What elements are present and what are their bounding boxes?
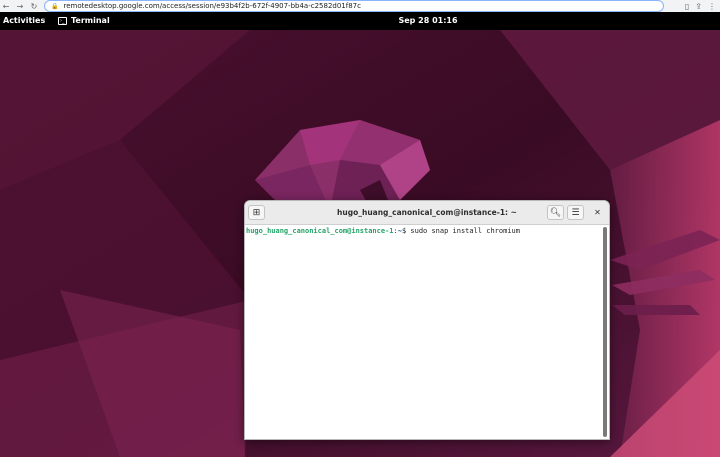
lock-icon: 🔒 xyxy=(51,2,59,10)
address-bar-url: remotedesktop.google.com/access/session/… xyxy=(63,2,361,10)
terminal-content[interactable]: hugo_huang_canonical_com@instance-1:~$ s… xyxy=(245,225,609,439)
forward-icon[interactable]: → xyxy=(14,0,26,12)
close-icon: ✕ xyxy=(594,208,601,217)
top-panel: Activities ›_ Terminal Sep 28 01:16 xyxy=(0,12,720,30)
terminal-line: hugo_huang_canonical_com@instance-1:~$ s… xyxy=(246,227,608,235)
browser-toolbar: ← → ↻ 🔒 remotedesktop.google.com/access/… xyxy=(0,0,720,12)
back-icon[interactable]: ← xyxy=(0,0,12,12)
reload-icon[interactable]: ↻ xyxy=(28,0,40,12)
close-button[interactable]: ✕ xyxy=(591,206,604,219)
terminal-scrollbar[interactable] xyxy=(603,227,607,437)
command-text: sudo snap install chromium xyxy=(410,227,520,235)
search-button[interactable]: 🔍︎ xyxy=(547,205,564,220)
share-icon[interactable]: ⇪ xyxy=(695,2,702,11)
browser-actions: ▯ ⇪ ⋮ xyxy=(685,0,720,12)
terminal-headerbar[interactable]: ⊞ hugo_huang_canonical_com@instance-1: ~… xyxy=(245,201,609,225)
search-icon: 🔍︎ xyxy=(549,207,562,218)
menu-icon[interactable]: ⋮ xyxy=(708,2,716,11)
terminal-window[interactable]: ⊞ hugo_huang_canonical_com@instance-1: ~… xyxy=(244,200,610,440)
address-bar[interactable]: 🔒 remotedesktop.google.com/access/sessio… xyxy=(44,0,664,12)
prompt-user: hugo_huang_canonical_com@instance-1 xyxy=(246,227,394,235)
clock[interactable]: Sep 28 01:16 xyxy=(0,16,720,25)
copy-icon[interactable]: ▯ xyxy=(685,2,689,11)
hamburger-icon: ☰ xyxy=(571,207,580,218)
menu-button[interactable]: ☰ xyxy=(567,205,584,220)
